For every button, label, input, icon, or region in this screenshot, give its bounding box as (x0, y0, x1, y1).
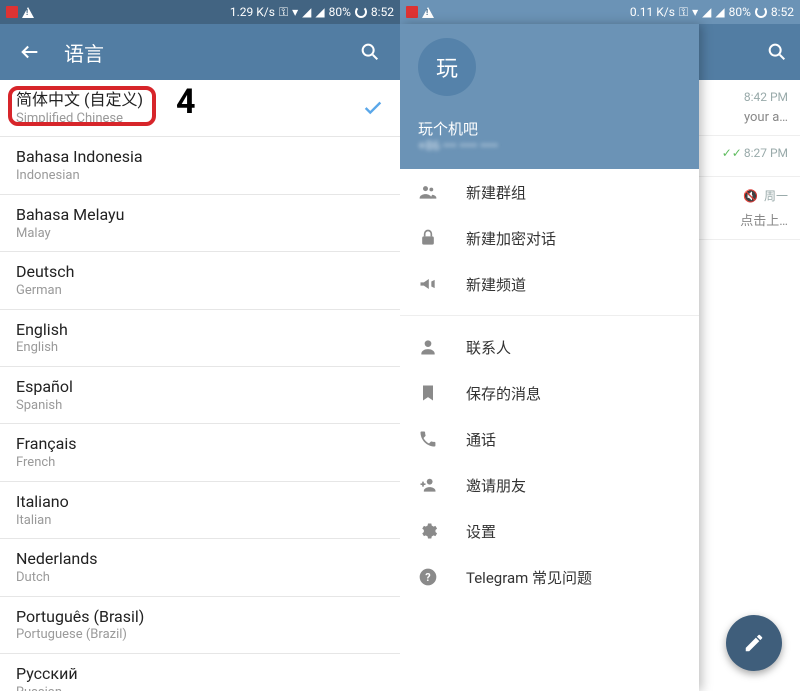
clock-icon (755, 6, 767, 18)
back-button[interactable] (12, 34, 48, 70)
double-check-icon: ✓✓ (722, 146, 742, 160)
divider (400, 315, 699, 316)
drawer-list: 新建群组 新建加密对话 新建频道 联系人 保存的消息 通话 (400, 169, 699, 600)
language-item[interactable]: Bahasa IndonesiaIndonesian (0, 137, 400, 194)
drawer-new-channel[interactable]: 新建频道 (400, 261, 699, 307)
user-name: 玩个机吧 (418, 118, 681, 139)
language-item[interactable]: FrançaisFrench (0, 424, 400, 481)
user-phone: +86 ••• •••• •••• (418, 139, 681, 154)
avatar[interactable]: 玩 (418, 38, 476, 96)
wifi-icon: ▾ (692, 5, 698, 19)
search-button[interactable] (352, 34, 388, 70)
page-title: 语言 (64, 38, 104, 67)
search-button[interactable] (766, 41, 788, 63)
lock-icon (418, 228, 448, 248)
drawer-contacts[interactable]: 联系人 (400, 324, 699, 370)
status-speed: 0.11 K/s (630, 5, 675, 19)
wifi-icon: ▾ (292, 5, 298, 19)
bookmark-icon (418, 383, 448, 403)
phone-icon (418, 429, 448, 449)
navigation-drawer: 玩 玩个机吧 +86 ••• •••• •••• 新建群组 新建加密对话 新建频… (400, 24, 699, 691)
vpn-key-icon: ⚿ (279, 5, 288, 20)
status-bar: 1.29 K/s ⚿ ▾ ◢ ◢ 80% 8:52 (0, 0, 400, 24)
signal-icon: ◢ (702, 5, 711, 19)
signal-icon-2: ◢ (315, 5, 324, 19)
drawer-new-group[interactable]: 新建群组 (400, 169, 699, 215)
drawer-saved-messages[interactable]: 保存的消息 (400, 370, 699, 416)
avatar-initial: 玩 (436, 51, 458, 83)
phone-left: 1.29 K/s ⚿ ▾ ◢ ◢ 80% 8:52 语言 简体中文 (自定义) … (0, 0, 400, 691)
language-item[interactable]: EnglishEnglish (0, 310, 400, 367)
shopping-icon (6, 6, 18, 18)
phone-right: 0.11 K/s ⚿ ▾ ◢ ◢ 80% 8:52 8:42 PM your a… (400, 0, 800, 691)
warning-icon (422, 7, 434, 18)
language-item[interactable]: EspañolSpanish (0, 367, 400, 424)
invite-icon (418, 475, 448, 495)
toolbar: 语言 (0, 24, 400, 80)
clock-icon (355, 6, 367, 18)
svg-text:?: ? (425, 571, 430, 584)
status-time: 8:52 (771, 5, 794, 19)
language-list[interactable]: 简体中文 (自定义) Simplified Chinese 4 Bahasa I… (0, 80, 400, 691)
check-icon (362, 97, 384, 119)
warning-icon (22, 7, 34, 18)
language-item[interactable]: Português (Brasil)Portuguese (Brazil) (0, 597, 400, 654)
annotation-step: 4 (176, 82, 196, 122)
language-item[interactable]: NederlandsDutch (0, 539, 400, 596)
language-subtitle: Simplified Chinese (16, 111, 143, 127)
signal-icon-2: ◢ (715, 5, 724, 19)
language-item[interactable]: Bahasa MelayuMalay (0, 195, 400, 252)
signal-icon: ◢ (302, 5, 311, 19)
drawer-header: 玩 玩个机吧 +86 ••• •••• •••• (400, 24, 699, 169)
mute-icon: 🔇 (743, 189, 758, 203)
language-item[interactable]: DeutschGerman (0, 252, 400, 309)
group-icon (418, 182, 448, 202)
drawer-settings[interactable]: 设置 (400, 508, 699, 554)
status-bar: 0.11 K/s ⚿ ▾ ◢ ◢ 80% 8:52 (400, 0, 800, 24)
drawer-new-secret-chat[interactable]: 新建加密对话 (400, 215, 699, 261)
help-icon: ? (418, 567, 448, 587)
megaphone-icon (418, 274, 448, 294)
status-time: 8:52 (371, 5, 394, 19)
language-item[interactable]: 简体中文 (自定义) Simplified Chinese 4 (0, 80, 400, 137)
status-battery: 80% (329, 5, 351, 19)
status-battery: 80% (729, 5, 751, 19)
vpn-key-icon: ⚿ (679, 5, 688, 20)
language-item[interactable]: ItalianoItalian (0, 482, 400, 539)
person-icon (418, 337, 448, 357)
language-item[interactable]: РусскийRussian (0, 654, 400, 691)
status-speed: 1.29 K/s (230, 5, 275, 19)
drawer-faq[interactable]: ? Telegram 常见问题 (400, 554, 699, 600)
language-title: 简体中文 (自定义) (16, 90, 143, 111)
shopping-icon (406, 6, 418, 18)
drawer-invite-friends[interactable]: 邀请朋友 (400, 462, 699, 508)
gear-icon (418, 521, 448, 541)
compose-fab[interactable] (726, 615, 782, 671)
drawer-calls[interactable]: 通话 (400, 416, 699, 462)
